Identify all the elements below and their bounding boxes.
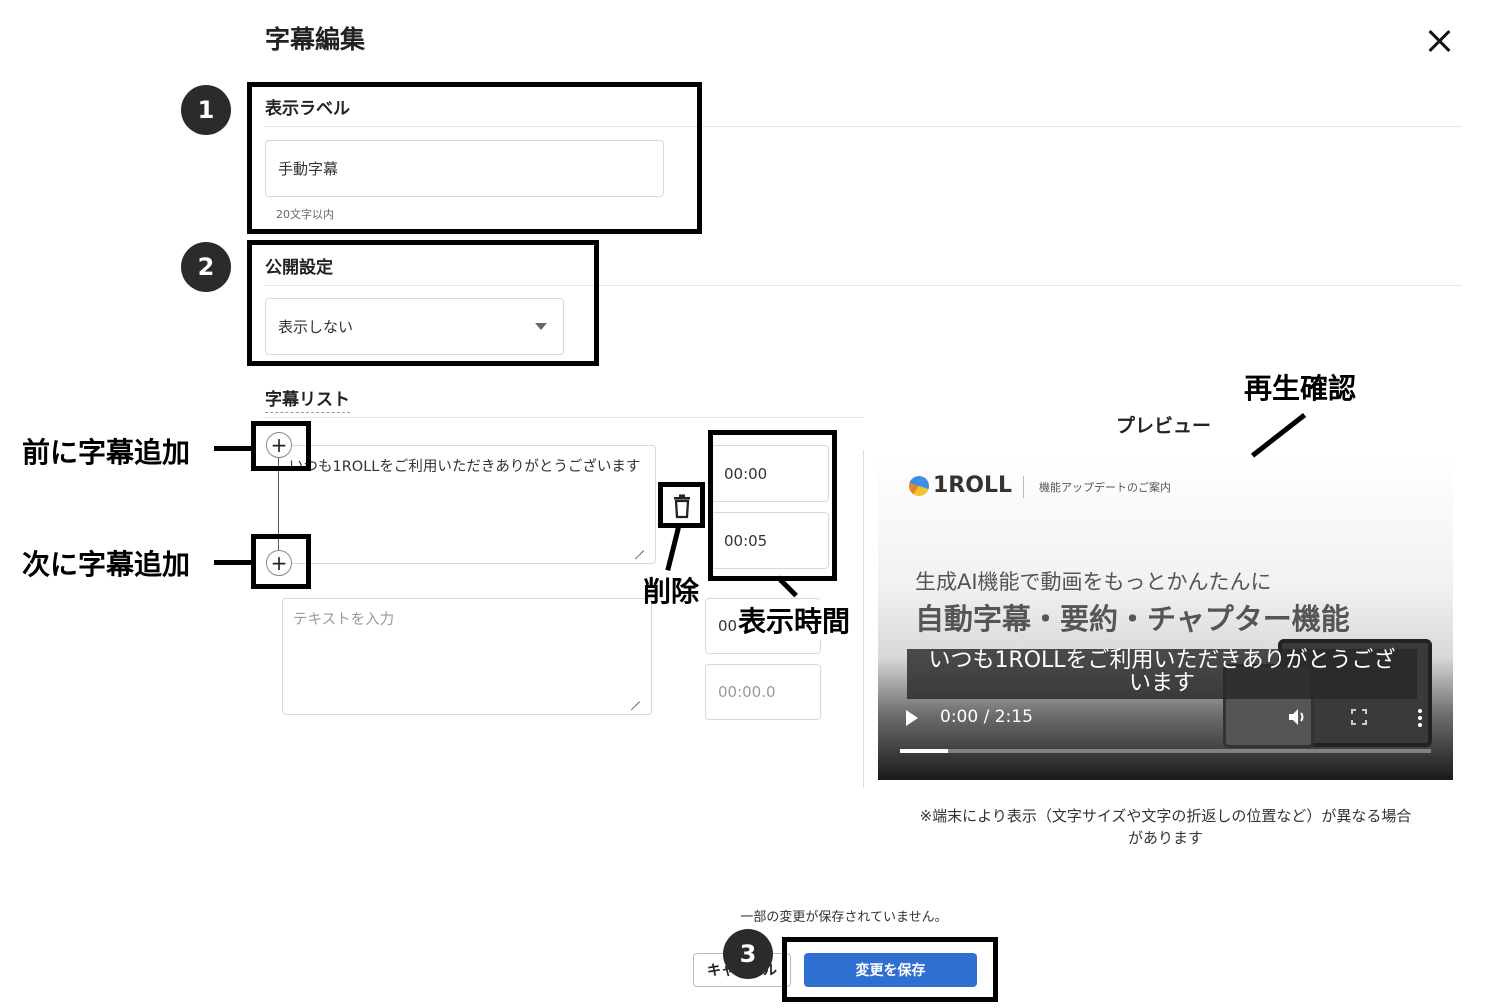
- unsaved-notice: 一部の変更が保存されていません。: [740, 910, 948, 925]
- annotation-line: [1250, 413, 1307, 458]
- video-progress-fill: [900, 749, 948, 753]
- video-headline-small: 生成AI機能で動画をもっとかんたんに: [915, 570, 1272, 594]
- annotation-badge-3: 3: [723, 929, 773, 979]
- annotation-box-display-time: [708, 430, 837, 581]
- annotation-add-after: 次に字幕追加: [22, 548, 191, 581]
- annotation-display-time: 表示時間: [738, 600, 851, 640]
- subtitle-text-input-empty[interactable]: テキストを入力: [282, 598, 652, 715]
- resize-handle[interactable]: [630, 692, 640, 702]
- brand-subtitle: 機能アップデートのご案内: [1039, 481, 1171, 494]
- annotation-add-before: 前に字幕追加: [22, 436, 191, 469]
- annotation-line: [214, 446, 252, 451]
- annotation-badge-2: 2: [181, 242, 231, 292]
- annotation-box-add-before: [251, 421, 311, 471]
- end-time-input-empty[interactable]: 00:00.0: [705, 664, 821, 720]
- annotation-box-delete: [658, 482, 705, 528]
- annotation-box-visibility: [247, 240, 599, 366]
- preview-label: プレビュー: [1116, 415, 1212, 437]
- resize-handle[interactable]: [634, 541, 644, 551]
- annotation-box-label: [247, 82, 702, 234]
- subtitle-text-placeholder: テキストを入力: [293, 612, 395, 628]
- video-time: 0:00 / 2:15: [940, 707, 1033, 727]
- annotation-playback: 再生確認: [1244, 372, 1357, 405]
- video-caption: いつも1ROLLをご利用いただきありがとうござ います: [907, 649, 1417, 699]
- preview-divider: [863, 450, 864, 788]
- preview-note: ※端末により表示（文字サイズや文字の折返しの位置など）が異なる場合 があります: [919, 807, 1412, 847]
- video-player[interactable]: 1ROLL 機能アップデートのご案内 生成AI機能で動画をもっとかんたんに 自動…: [878, 456, 1453, 780]
- close-icon[interactable]: [1426, 28, 1452, 54]
- more-vertical-icon[interactable]: [1417, 708, 1423, 728]
- annotation-delete: 削除: [643, 575, 700, 608]
- end-time-placeholder: 00:00.0: [718, 683, 776, 701]
- video-progress-bar[interactable]: [900, 749, 1431, 753]
- video-headline-large: 自動字幕・要約・チャプター機能: [915, 602, 1350, 636]
- annotation-badge-1: 1: [181, 85, 231, 135]
- subtitle-list-heading: 字幕リスト: [265, 385, 350, 413]
- play-icon[interactable]: [906, 710, 918, 726]
- brand-name: 1ROLL: [933, 473, 1012, 498]
- dialog-title: 字幕編集: [265, 25, 366, 54]
- annotation-line: [665, 527, 681, 571]
- annotation-line: [214, 560, 252, 565]
- annotation-box-save: [782, 937, 998, 1002]
- subtitle-text-input[interactable]: いつも1ROLLをご利用いただきありがとうございます: [278, 445, 656, 564]
- subtitle-text-value: いつも1ROLLをご利用いただきありがとうございます: [289, 459, 641, 475]
- fullscreen-icon[interactable]: [1351, 709, 1367, 725]
- annotation-box-add-after: [251, 534, 311, 589]
- brand-divider: [1023, 476, 1024, 498]
- divider: [265, 417, 863, 418]
- volume-icon[interactable]: [1287, 707, 1309, 727]
- brand-logo-icon: [909, 476, 929, 496]
